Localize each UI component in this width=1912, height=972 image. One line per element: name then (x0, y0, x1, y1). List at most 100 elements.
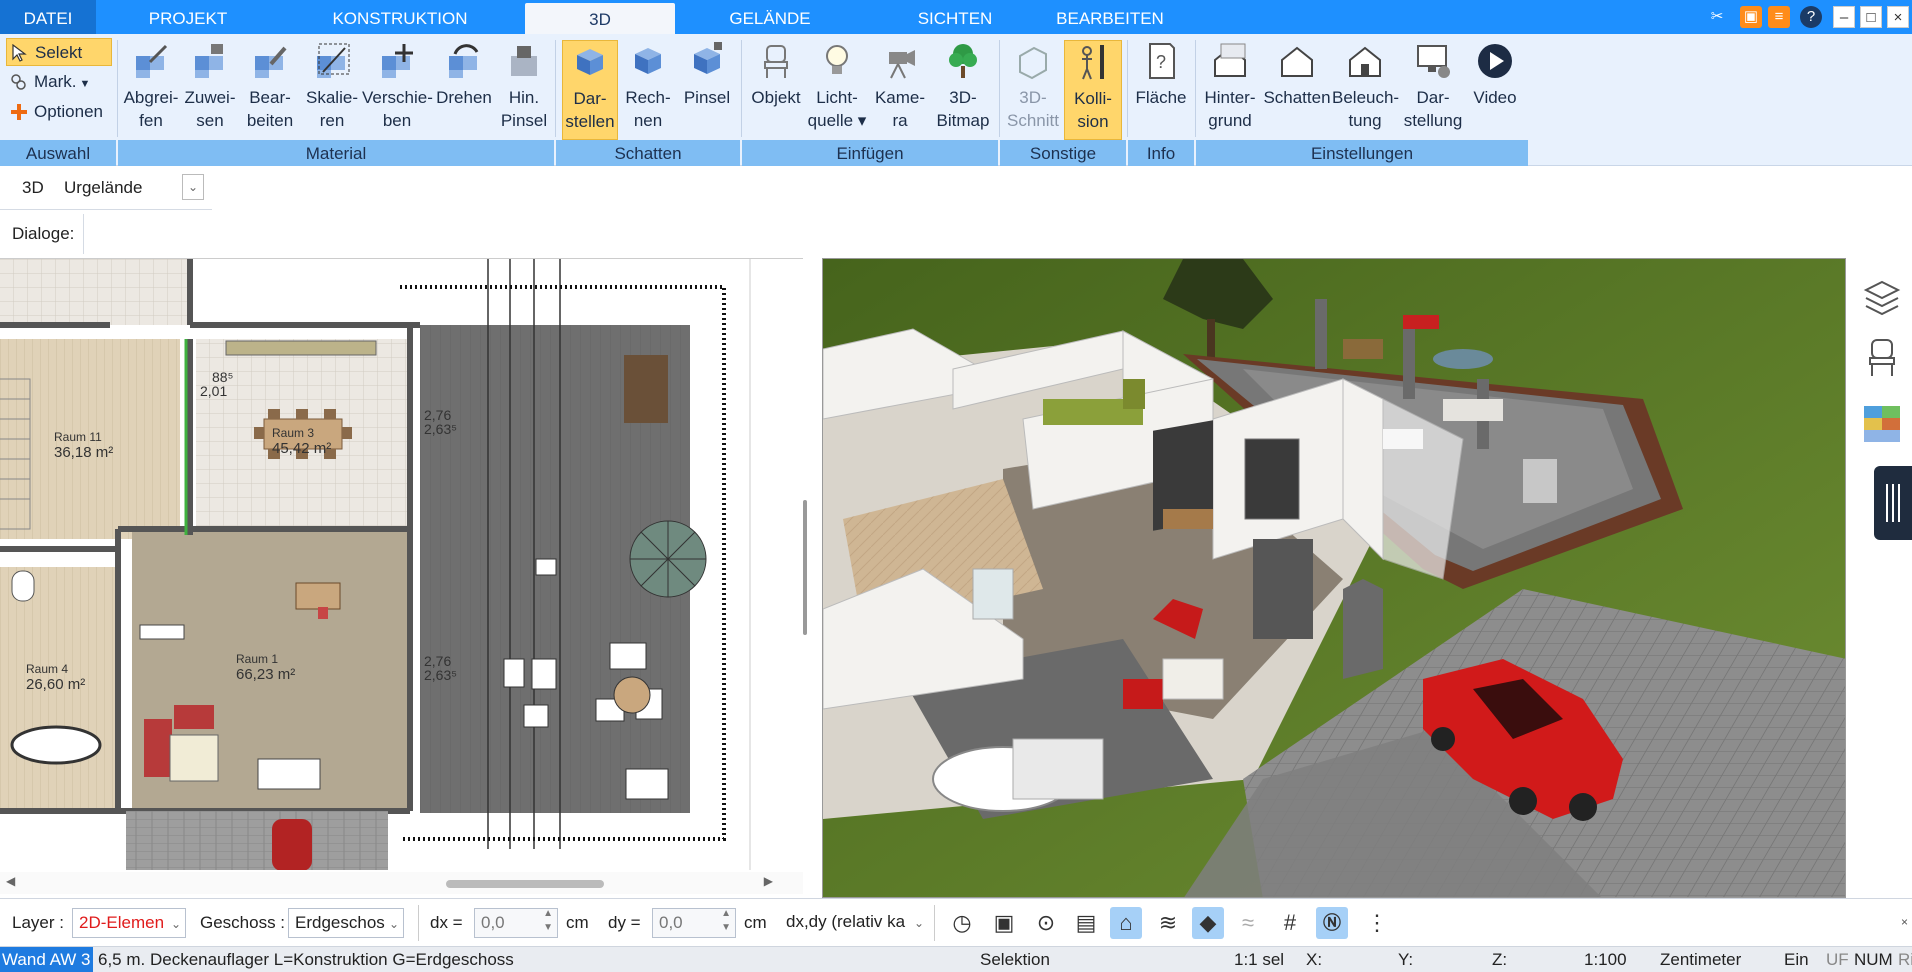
shadow-brush-button[interactable]: Pinsel (678, 40, 736, 140)
area-info-icon: ? (1149, 43, 1175, 79)
layer-select[interactable]: 2D-Elemen ⌄ (72, 908, 186, 938)
collision-button[interactable]: Kolli-sion (1064, 40, 1122, 140)
camera-icon[interactable]: ⊙ (1030, 907, 1062, 939)
stack-icon[interactable]: ≡ (1768, 6, 1790, 28)
area-button[interactable]: ? Fläche (1132, 40, 1190, 140)
background-button[interactable]: Hinter-grund (1198, 40, 1262, 140)
scroll-thumb[interactable] (446, 880, 604, 888)
house-background-icon (1214, 43, 1246, 77)
group-material: Abgrei-fen Zuwei-sen Bear-beiten Skalie-… (118, 34, 554, 166)
move-material-button[interactable]: Verschie-ben (362, 40, 433, 140)
room-name: Raum 4 (26, 662, 69, 676)
plan-horizontal-scrollbar[interactable]: ◀ ▶ (0, 872, 803, 894)
grid-icon[interactable]: # (1274, 907, 1306, 939)
btn-line1: Hinter- (1204, 88, 1256, 107)
layers-icon[interactable] (1862, 278, 1902, 318)
btn-line2: nen (633, 111, 663, 130)
display-settings-button[interactable]: Dar-stellung (1400, 40, 1466, 140)
tab-gelaende[interactable]: GELÄNDE (700, 0, 840, 34)
ribbon: Selekt Mark. ▼ Optionen Auswahl Abgrei-f… (0, 34, 1912, 166)
cube-icon (577, 49, 603, 75)
group-label-sonstige: Sonstige (1000, 140, 1126, 166)
rotate-material-button[interactable]: Drehen (434, 40, 494, 140)
assign-material-button[interactable]: Zuwei-sen (182, 40, 238, 140)
floor-plan-view[interactable]: Raum 11 36,18 m² Raum 3 45,42 m² Raum 4 … (0, 258, 803, 870)
dx-value: 0,0 (481, 913, 505, 932)
floor-select[interactable]: Erdgeschos ⌄ (288, 908, 404, 938)
box-icon[interactable]: ▣ (1740, 6, 1762, 28)
scroll-left-icon[interactable]: ◀ (6, 874, 15, 888)
tab-projekt[interactable]: PROJEKT (118, 0, 258, 34)
pick-material-button[interactable]: Abgrei-fen (122, 40, 180, 140)
video-button[interactable]: Video (1466, 40, 1524, 140)
dy-input[interactable]: 0,0 ▲ ▼ (652, 908, 736, 938)
btn-line1: Hin. (508, 88, 540, 107)
roof-view-icon[interactable]: ⌂ (1110, 907, 1142, 939)
select-button[interactable]: Selekt (6, 38, 112, 66)
north-icon[interactable]: Ⓝ (1316, 907, 1348, 939)
light-source-button[interactable]: Licht-quelle ▾ (806, 40, 868, 140)
room-name: Raum 11 (54, 430, 102, 444)
brush-button[interactable]: Hin. Pinsel (496, 40, 552, 140)
room-area: 45,42 m² (272, 440, 332, 457)
scale-material-button[interactable]: Skalie-ren (302, 40, 362, 140)
tab-datei[interactable]: DATEI (0, 0, 96, 34)
coordinate-mode-value: dx,dy (relativ ka (786, 912, 906, 931)
status-y: Y: (1398, 950, 1414, 969)
status-scale: 1:100 (1584, 950, 1627, 969)
more-icon[interactable]: ⋮ (1366, 907, 1388, 939)
status-uf: UF (1826, 950, 1849, 969)
select-label: Selekt (35, 43, 83, 62)
3d-bitmap-button[interactable]: 3D- Bitmap (932, 40, 994, 140)
compute-shadows-button[interactable]: Rech-nen (620, 40, 676, 140)
help-icon[interactable]: ? (1800, 6, 1822, 28)
terrain-select[interactable]: Urgelände ⌄ (58, 174, 208, 204)
lighting-button[interactable]: Beleuch-tung (1332, 40, 1399, 140)
group-label-info: Info (1128, 140, 1194, 166)
spinner-icon[interactable]: ▲ ▼ (543, 907, 553, 935)
maximize-button[interactable]: □ (1860, 6, 1882, 28)
edit-material-button[interactable]: Bear-beiten (240, 40, 300, 140)
spinner-icon[interactable]: ▲ ▼ (721, 907, 731, 935)
layer-label: Layer : (12, 913, 64, 932)
app-window: DATEI PROJEKT KONSTRUKTION 3D GELÄNDE SI… (0, 0, 1912, 972)
sidebar-collapse-handle[interactable] (1874, 466, 1912, 540)
coordinate-mode-select[interactable]: dx,dy (relativ ka ⌄ (780, 908, 928, 938)
mark-button[interactable]: Mark. ▼ (6, 68, 112, 96)
show-shadows-button[interactable]: Dar-stellen (562, 40, 618, 140)
tab-3d[interactable]: 3D (525, 3, 675, 34)
close-panel-icon[interactable]: × (1901, 915, 1908, 929)
hatch-icon[interactable]: ≋ (1152, 907, 1184, 939)
terrain-icon[interactable]: ≈ (1232, 907, 1264, 939)
3d-section-button[interactable]: 3D- Schnitt (1004, 40, 1062, 140)
materials-icon[interactable] (1862, 404, 1902, 444)
dx-label: dx = (430, 913, 463, 932)
clock-icon[interactable]: ◷ (946, 907, 978, 939)
tab-sichten[interactable]: SICHTEN (880, 0, 1030, 34)
splitter-handle[interactable] (803, 500, 807, 635)
camera-button[interactable]: Kame-ra (870, 40, 930, 140)
tools-icon[interactable]: ✂ (1706, 6, 1728, 28)
close-button[interactable]: × (1887, 6, 1909, 28)
eyedropper-icon (136, 44, 168, 78)
insert-object-button[interactable]: Objekt (746, 40, 806, 140)
presentation-icon[interactable]: ▣ (988, 907, 1020, 939)
status-description: 6,5 m. Deckenauflager L=Konstruktion G=E… (98, 950, 514, 969)
furniture-icon[interactable] (1864, 338, 1900, 378)
btn-line1: Rech- (625, 88, 671, 107)
dx-input[interactable]: 0,0 ▲ ▼ (474, 908, 558, 938)
btn-line2: Pinsel (500, 111, 548, 130)
chevron-down-icon: ⌄ (170, 917, 181, 931)
3d-view[interactable] (822, 258, 1846, 898)
tab-konstruktion[interactable]: KONSTRUKTION (320, 0, 480, 34)
bucket-icon (195, 44, 223, 78)
shadow-settings-button[interactable]: Schatten (1262, 40, 1332, 140)
scroll-right-icon[interactable]: ▶ (764, 874, 773, 888)
chevron-down-icon: ⌄ (182, 174, 204, 200)
options-button[interactable]: Optionen (6, 98, 112, 126)
tools-icon[interactable]: ▤ (1070, 907, 1102, 939)
tab-bearbeiten[interactable]: BEARBEITEN (1040, 0, 1180, 34)
house-shadow-icon (1281, 46, 1313, 77)
floor-view-icon[interactable]: ◆ (1192, 907, 1224, 939)
minimize-button[interactable]: – (1833, 6, 1855, 28)
